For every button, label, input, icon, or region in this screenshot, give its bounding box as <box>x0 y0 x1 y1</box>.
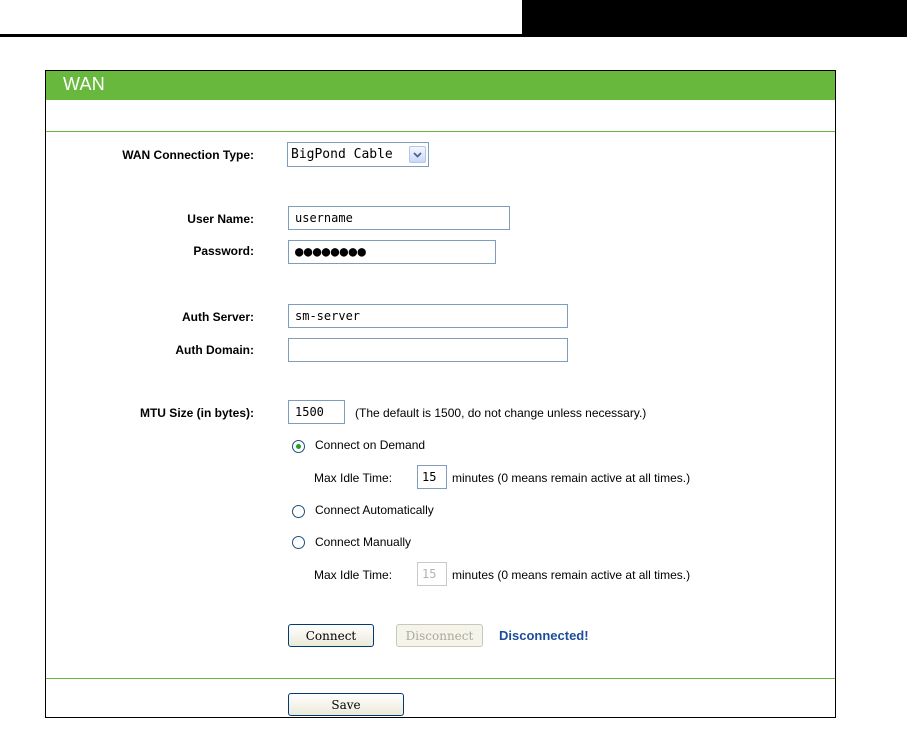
manual-max-idle-input[interactable]: 15 <box>417 562 447 586</box>
panel-title: WAN <box>63 74 105 94</box>
connect-button[interactable]: Connect <box>288 624 374 647</box>
disconnect-button[interactable]: Disconnect <box>396 624 483 647</box>
wan-connection-type-select[interactable]: BigPond Cable <box>287 142 429 167</box>
panel-divider-top <box>46 131 835 132</box>
connect-on-demand-radio[interactable] <box>292 440 305 453</box>
save-button[interactable]: Save <box>288 693 404 716</box>
connection-status: Disconnected! <box>499 628 589 643</box>
mtu-size-label: MTU Size (in bytes): <box>139 406 254 420</box>
mtu-size-hint: (The default is 1500, do not change unle… <box>355 406 647 420</box>
connect-automatically-radio[interactable] <box>292 505 305 518</box>
connect-manually-radio[interactable] <box>292 536 305 549</box>
header-rule <box>0 34 522 37</box>
connect-automatically-label: Connect Automatically <box>315 503 434 517</box>
demand-max-idle-label: Max Idle Time: <box>314 471 393 485</box>
manual-max-idle-hint: minutes (0 means remain active at all ti… <box>452 568 691 582</box>
wan-connection-type-value: BigPond Cable <box>291 147 393 162</box>
auth-server-label: Auth Server: <box>181 310 254 324</box>
auth-server-input[interactable]: sm-server <box>288 304 568 328</box>
demand-max-idle-hint: minutes (0 means remain active at all ti… <box>452 471 691 485</box>
panel-divider-bottom <box>46 678 835 679</box>
wan-connection-type-label: WAN Connection Type: <box>122 148 254 162</box>
password-input[interactable]: ●●●●●●●● <box>288 240 496 264</box>
auth-domain-label: Auth Domain: <box>175 343 254 357</box>
connect-on-demand-label: Connect on Demand <box>315 438 426 452</box>
header-black-block <box>522 0 907 37</box>
demand-max-idle-input[interactable]: 15 <box>417 465 447 489</box>
manual-page: WAN WAN Connection Type: BigPond Cable U… <box>0 0 907 730</box>
manual-max-idle-label: Max Idle Time: <box>314 568 393 582</box>
user-name-input[interactable]: username <box>288 206 510 230</box>
chevron-down-icon[interactable] <box>409 146 426 163</box>
password-label: Password: <box>193 244 254 258</box>
wan-settings-panel: WAN WAN Connection Type: BigPond Cable U… <box>45 70 836 718</box>
user-name-label: User Name: <box>187 212 254 226</box>
auth-domain-input[interactable] <box>288 338 568 362</box>
connect-manually-label: Connect Manually <box>315 535 412 549</box>
panel-header: WAN <box>46 71 835 100</box>
radio-selected-dot <box>296 444 301 449</box>
mtu-size-input[interactable]: 1500 <box>288 400 345 424</box>
